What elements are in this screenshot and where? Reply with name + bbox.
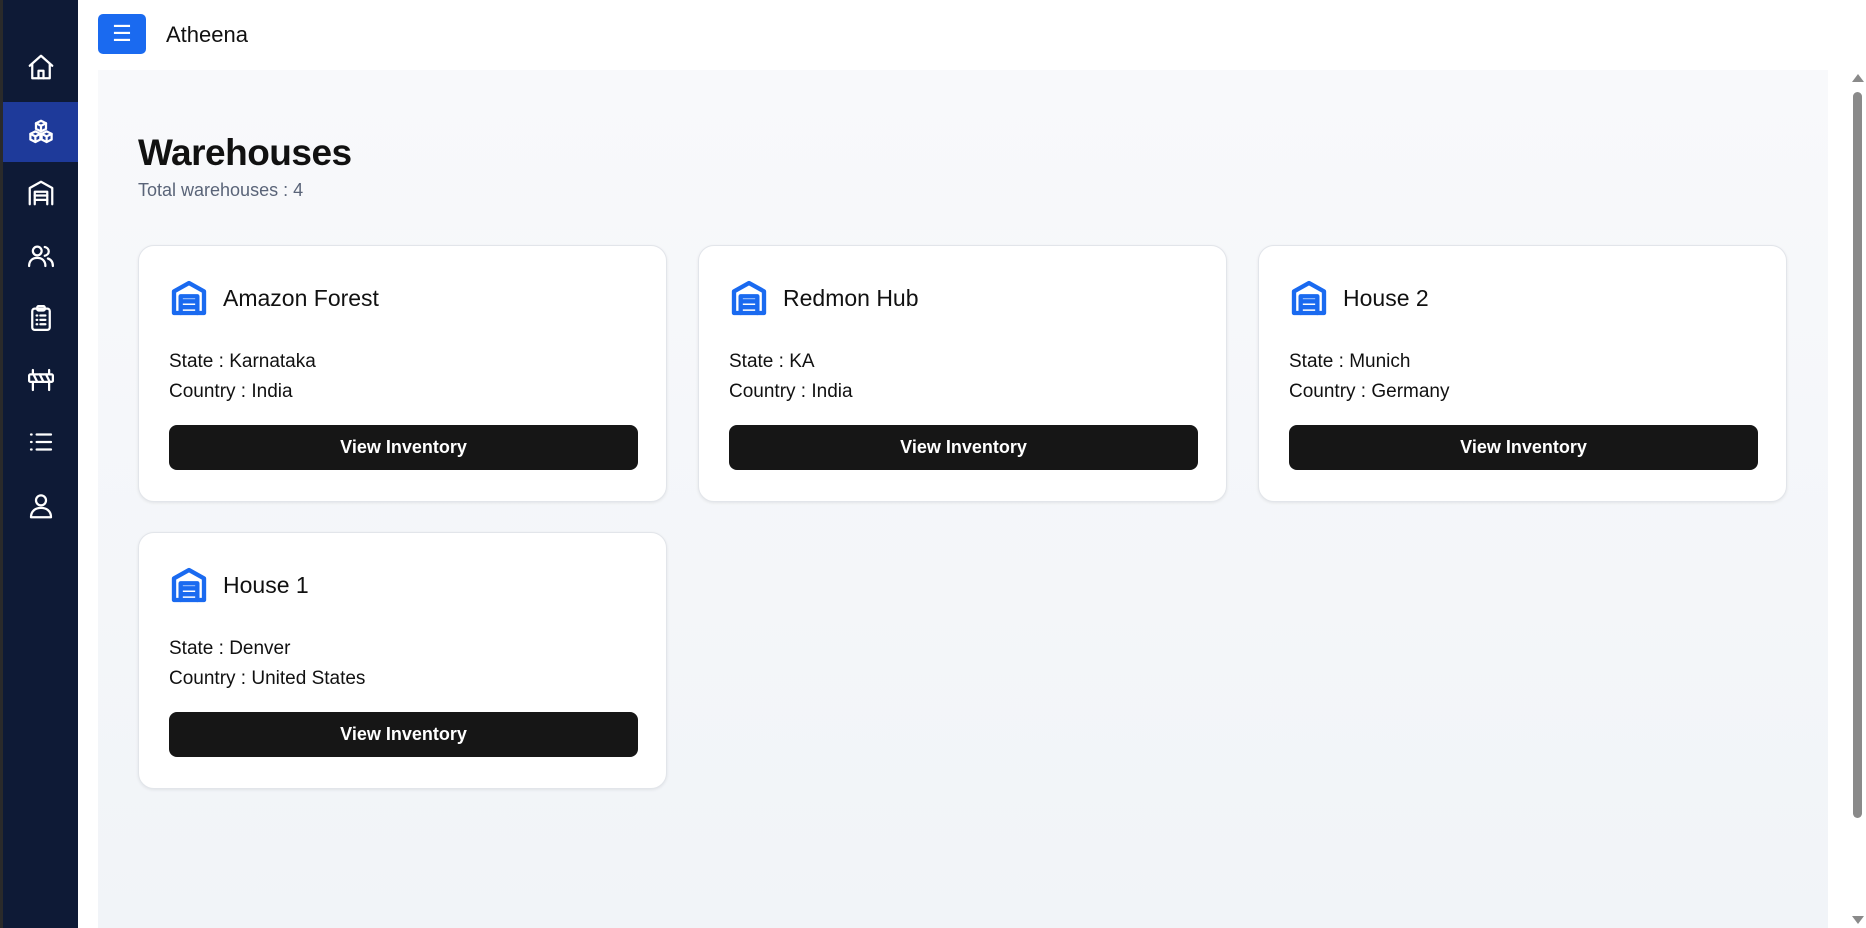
home-icon [28,54,53,80]
warehouse-state: State : Denver [169,638,291,659]
app-title: Atheena [166,22,248,47]
sidebar-item-roadblock[interactable] [3,350,78,410]
warehouse-icon [731,280,767,316]
barrier-icon [27,368,54,392]
users-icon [27,245,54,268]
sidebar-item-lists[interactable] [3,412,78,472]
warehouse-icon [28,180,53,206]
warehouse-name: Amazon Forest [223,284,379,311]
warehouse-name: House 1 [223,571,309,598]
warehouse-card-header: House 2 [1289,278,1429,318]
warehouse-card: House 2 State : Munich Country : Germany… [1258,245,1787,502]
view-inventory-button[interactable]: View Inventory [169,712,638,757]
warehouse-card: House 1 State : Denver Country : United … [138,532,667,789]
warehouse-icon [1291,280,1327,316]
warehouse-card-header: Amazon Forest [169,278,379,318]
warehouse-card: Redmon Hub State : KA Country : India Vi… [698,245,1227,502]
warehouse-name: Redmon Hub [783,284,919,311]
warehouse-country: Country : Germany [1289,381,1450,402]
cubes-icon [28,119,53,144]
view-inventory-button[interactable]: View Inventory [1289,425,1758,470]
sidebar-item-profile[interactable] [3,476,78,536]
warehouse-icon [171,280,207,316]
clipboard-icon [30,305,51,331]
user-icon [29,494,52,519]
scroll-down-arrow-icon[interactable] [1852,916,1864,924]
view-inventory-button[interactable]: View Inventory [169,425,638,470]
warehouse-card: Amazon Forest State : Karnataka Country … [138,245,667,502]
warehouse-card-header: House 1 [169,565,309,605]
view-inventory-button[interactable]: View Inventory [729,425,1198,470]
sidebar-item-products[interactable] [3,102,78,162]
warehouse-state: State : Karnataka [169,351,316,372]
warehouse-name: House 2 [1343,284,1429,311]
page-title: Warehouses [138,132,352,173]
sidebar-item-users[interactable] [3,226,78,286]
sidebar-item-orders[interactable] [3,288,78,348]
top-header: ☰ Atheena [78,0,1866,70]
warehouse-card-header: Redmon Hub [729,278,919,318]
sidebar-item-warehouses[interactable] [3,163,78,223]
scroll-thumb[interactable] [1853,92,1862,818]
sidebar-item-home[interactable] [3,37,78,97]
warehouse-icon [171,567,207,603]
warehouse-country: Country : India [729,381,853,402]
vertical-scrollbar[interactable] [1848,70,1866,928]
warehouse-count: Total warehouses : 4 [138,180,304,200]
sidebar [0,0,78,928]
warehouse-country: Country : India [169,381,293,402]
menu-toggle-button[interactable]: ☰ [98,14,146,54]
main-content: Warehouses Total warehouses : 4 Amazon F… [98,70,1828,928]
warehouse-state: State : KA [729,351,815,372]
warehouse-state: State : Munich [1289,351,1411,372]
warehouse-country: Country : United States [169,668,366,689]
list-icon [29,433,52,451]
scroll-up-arrow-icon[interactable] [1852,74,1864,82]
